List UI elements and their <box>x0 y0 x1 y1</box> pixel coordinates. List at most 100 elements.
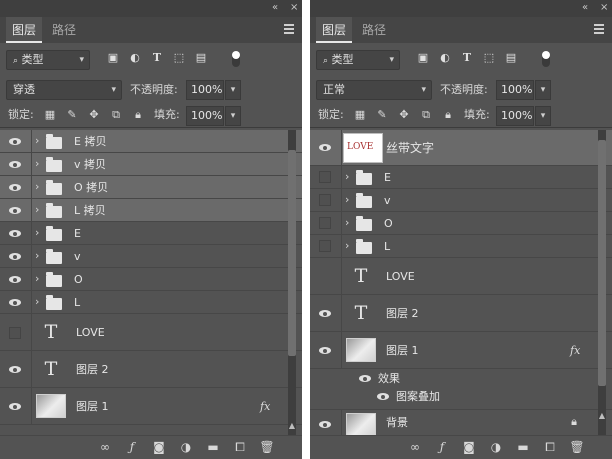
eye-icon[interactable] <box>318 420 334 430</box>
layer-row[interactable]: 图层 1 fx <box>310 332 612 369</box>
fill-input[interactable]: 100% <box>186 106 224 126</box>
eye-icon[interactable] <box>8 275 24 285</box>
text-filter-icon[interactable]: T <box>460 51 474 65</box>
pixel-filter-icon[interactable]: ▣ <box>106 51 120 65</box>
fx-icon[interactable]: ƒ <box>434 440 450 454</box>
layer-row[interactable]: › v <box>310 189 612 212</box>
text-filter-icon[interactable]: T <box>150 51 164 65</box>
collapse-icon[interactable]: « <box>272 2 278 14</box>
layer-row[interactable]: › E 拷贝 <box>0 130 302 153</box>
layer-row[interactable]: › v 拷贝 <box>0 153 302 176</box>
opacity-input[interactable]: 100% <box>496 80 534 100</box>
trash-icon[interactable]: 🗑︎ <box>259 440 275 454</box>
scrollbar-thumb[interactable] <box>598 140 606 386</box>
scroll-up-arrow[interactable]: ▲ <box>598 411 606 420</box>
lock-position-icon[interactable]: ✥ <box>398 109 410 121</box>
layer-row[interactable]: › O 拷贝 <box>0 176 302 199</box>
pixel-filter-icon[interactable]: ▣ <box>416 51 430 65</box>
lock-all-icon[interactable]: 🔒︎ <box>132 109 144 121</box>
link-icon[interactable]: ∞ <box>97 440 113 454</box>
chevron-right-icon[interactable]: › <box>35 296 43 308</box>
layer-row[interactable]: › L <box>310 235 612 258</box>
chevron-right-icon[interactable]: › <box>35 273 43 285</box>
layer-row[interactable]: 图层 1 fx <box>0 388 302 425</box>
lock-position-icon[interactable]: ✥ <box>88 109 100 121</box>
chevron-right-icon[interactable]: › <box>345 240 353 252</box>
layer-row[interactable]: › L <box>0 291 302 314</box>
folder-icon[interactable]: ▬ <box>205 440 221 454</box>
effect-item-row[interactable]: 图案叠加 <box>310 387 612 410</box>
eye-icon[interactable] <box>8 137 24 147</box>
eye-icon[interactable] <box>318 143 334 153</box>
fx-badge[interactable]: fx <box>570 344 580 357</box>
fill-dropdown-button[interactable]: ▾ <box>225 106 241 126</box>
layer-row[interactable]: T 图层 2 <box>0 351 302 388</box>
eye-icon[interactable] <box>8 252 24 262</box>
filter-kind-select[interactable]: ⌕ 类型 ▾ <box>316 50 400 70</box>
filter-kind-select[interactable]: ⌕ 类型 ▾ <box>6 50 90 70</box>
link-icon[interactable]: ∞ <box>407 440 423 454</box>
chevron-right-icon[interactable]: › <box>35 135 43 147</box>
layer-row[interactable]: › E <box>0 222 302 245</box>
eye-icon[interactable] <box>376 392 392 402</box>
visibility-toggle[interactable] <box>319 194 331 206</box>
lock-transparent-icon[interactable]: ▦ <box>354 109 366 121</box>
panel-menu-icon[interactable] <box>594 24 604 34</box>
tab-paths[interactable]: 路径 <box>356 17 392 43</box>
layer-row[interactable]: LOVE 丝带文字 <box>310 130 612 166</box>
eye-icon[interactable] <box>8 365 24 375</box>
chevron-right-icon[interactable]: › <box>35 204 43 216</box>
filter-toggle[interactable] <box>232 51 240 67</box>
lock-paint-icon[interactable]: ✎ <box>66 109 78 121</box>
new-layer-icon[interactable]: ⧠ <box>542 440 558 454</box>
close-icon[interactable]: × <box>290 2 298 14</box>
shape-filter-icon[interactable]: ⬚ <box>482 51 496 65</box>
adjustment-icon[interactable]: ◑ <box>488 440 504 454</box>
lock-paint-icon[interactable]: ✎ <box>376 109 388 121</box>
opacity-input[interactable]: 100% <box>186 80 224 100</box>
shape-filter-icon[interactable]: ⬚ <box>172 51 186 65</box>
fx-badge[interactable]: fx <box>260 400 270 413</box>
layer-row[interactable]: › E <box>310 166 612 189</box>
adjustment-icon[interactable]: ◑ <box>178 440 194 454</box>
eye-icon[interactable] <box>8 402 24 412</box>
visibility-toggle[interactable] <box>9 327 21 339</box>
eye-icon[interactable] <box>8 298 24 308</box>
mask-icon[interactable]: ◙ <box>151 440 167 454</box>
eye-icon[interactable] <box>8 160 24 170</box>
visibility-toggle[interactable] <box>319 240 331 252</box>
chevron-right-icon[interactable]: › <box>345 171 353 183</box>
smart-object-filter-icon[interactable]: ▤ <box>504 51 518 65</box>
layer-row[interactable]: › v <box>0 245 302 268</box>
adjustment-filter-icon[interactable]: ◐ <box>438 51 452 65</box>
smart-object-filter-icon[interactable]: ▤ <box>194 51 208 65</box>
collapse-icon[interactable]: « <box>582 2 588 14</box>
panel-menu-icon[interactable] <box>284 24 294 34</box>
filter-toggle[interactable] <box>542 51 550 67</box>
tab-paths[interactable]: 路径 <box>46 17 82 43</box>
folder-icon[interactable]: ▬ <box>515 440 531 454</box>
lock-artboard-icon[interactable]: ⧉ <box>420 109 432 121</box>
chevron-right-icon[interactable]: › <box>35 158 43 170</box>
tab-layers[interactable]: 图层 <box>316 17 353 43</box>
layer-row[interactable]: › O <box>310 212 612 235</box>
lock-transparent-icon[interactable]: ▦ <box>44 109 56 121</box>
visibility-toggle[interactable] <box>319 171 331 183</box>
visibility-toggle[interactable] <box>319 217 331 229</box>
layer-row[interactable]: T LOVE <box>310 258 612 295</box>
blend-mode-select[interactable]: 正常 ▾ <box>316 80 432 100</box>
eye-icon[interactable] <box>8 206 24 216</box>
opacity-dropdown-button[interactable]: ▾ <box>535 80 551 100</box>
chevron-right-icon[interactable]: › <box>35 181 43 193</box>
layer-row[interactable]: T 图层 2 <box>310 295 612 332</box>
eye-icon[interactable] <box>8 229 24 239</box>
chevron-right-icon[interactable]: › <box>345 217 353 229</box>
eye-icon[interactable] <box>318 346 334 356</box>
eye-icon[interactable] <box>8 183 24 193</box>
blend-mode-select[interactable]: 穿透 ▾ <box>6 80 122 100</box>
lock-artboard-icon[interactable]: ⧉ <box>110 109 122 121</box>
trash-icon[interactable]: 🗑︎ <box>569 440 585 454</box>
fill-dropdown-button[interactable]: ▾ <box>535 106 551 126</box>
layer-row[interactable]: › L 拷贝 <box>0 199 302 222</box>
scrollbar-thumb[interactable] <box>288 150 296 356</box>
